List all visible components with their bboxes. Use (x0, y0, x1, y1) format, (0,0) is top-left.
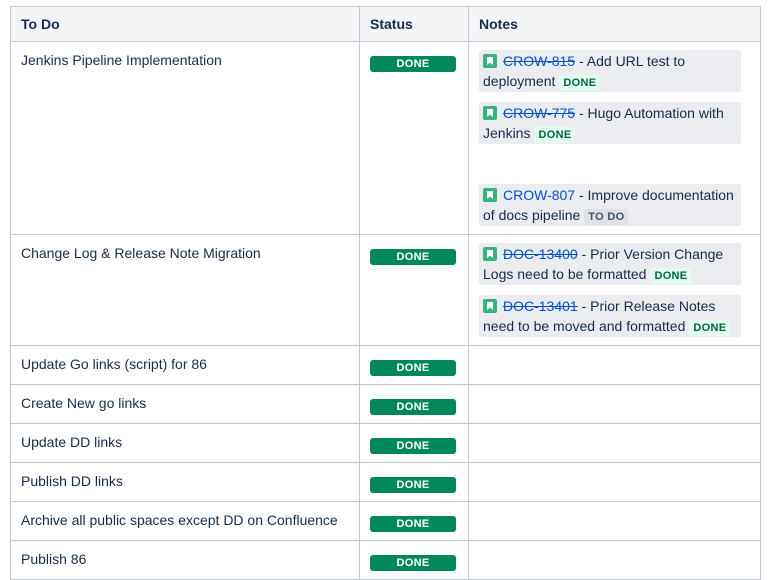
status-cell: DONE (359, 462, 469, 502)
task-table: To Do Status Notes Jenkins Pipeline Impl… (10, 6, 761, 580)
table-row: Update Go links (script) for 86 DONE (10, 345, 761, 385)
issue-status-lozenge: TO DO (584, 209, 629, 225)
story-bookmark-icon (483, 247, 497, 261)
status-cell: DONE (359, 540, 469, 580)
issue-key-link[interactable]: CROW-807 (503, 187, 575, 203)
issue-status-lozenge: DONE (559, 75, 601, 91)
issue-key-link[interactable]: CROW-815 (503, 53, 575, 69)
header-status: Status (359, 6, 469, 42)
table-row: Publish 86 DONE (10, 540, 761, 580)
status-lozenge: DONE (370, 438, 456, 454)
status-cell: DONE (359, 41, 469, 235)
header-notes: Notes (468, 6, 761, 42)
jira-issue-macro[interactable]: CROW-775 - Hugo Automation with Jenkins D… (479, 102, 741, 144)
status-lozenge: DONE (370, 555, 456, 571)
task-cell: Publish 86 (10, 540, 360, 580)
status-cell: DONE (359, 345, 469, 385)
task-cell: Create New go links (10, 384, 360, 424)
status-lozenge: DONE (370, 477, 456, 493)
story-bookmark-icon (483, 188, 497, 202)
task-cell: Update DD links (10, 423, 360, 463)
empty-paragraph (479, 154, 750, 184)
table-row: Archive all public spaces except DD on C… (10, 501, 761, 541)
story-bookmark-icon (483, 299, 497, 313)
table-header-row: To Do Status Notes (10, 6, 761, 42)
jira-issue-macro[interactable]: DOC-13401 - Prior Release Notes need to … (479, 295, 741, 337)
status-lozenge: DONE (370, 360, 456, 376)
notes-cell (468, 462, 761, 502)
table-row: Publish DD links DONE (10, 462, 761, 502)
status-cell: DONE (359, 234, 469, 346)
issue-key-link[interactable]: CROW-775 (503, 105, 575, 121)
table-row: Jenkins Pipeline Implementation DONE CRO… (10, 41, 761, 235)
status-lozenge: DONE (370, 399, 456, 415)
notes-cell (468, 540, 761, 580)
issue-status-lozenge: DONE (689, 320, 731, 336)
notes-cell (468, 423, 761, 463)
status-lozenge: DONE (370, 249, 456, 265)
status-lozenge: DONE (370, 56, 456, 72)
notes-cell (468, 501, 761, 541)
status-cell: DONE (359, 384, 469, 424)
status-cell: DONE (359, 423, 469, 463)
table-row: Change Log & Release Note Migration DONE… (10, 234, 761, 346)
task-cell: Jenkins Pipeline Implementation (10, 41, 360, 235)
notes-cell (468, 384, 761, 424)
issue-key-link[interactable]: DOC-13400 (503, 246, 578, 262)
issue-status-lozenge: DONE (650, 268, 692, 284)
task-cell: Change Log & Release Note Migration (10, 234, 360, 346)
story-bookmark-icon (483, 106, 497, 120)
story-bookmark-icon (483, 54, 497, 68)
notes-cell: DOC-13400 - Prior Version Change Logs ne… (468, 234, 761, 346)
notes-cell: CROW-815 - Add URL test to deployment DON… (468, 41, 761, 235)
table-row: Create New go links DONE (10, 384, 761, 424)
jira-issue-macro[interactable]: DOC-13400 - Prior Version Change Logs ne… (479, 243, 741, 285)
issue-status-lozenge: DONE (534, 127, 576, 143)
status-lozenge: DONE (370, 516, 456, 532)
task-cell: Archive all public spaces except DD on C… (10, 501, 360, 541)
status-cell: DONE (359, 501, 469, 541)
table-row: Update DD links DONE (10, 423, 761, 463)
jira-issue-macro[interactable]: CROW-807 - Improve documentation of docs… (479, 184, 741, 226)
task-table-container: To Do Status Notes Jenkins Pipeline Impl… (10, 6, 761, 580)
header-todo: To Do (10, 6, 360, 42)
notes-cell (468, 345, 761, 385)
task-cell: Publish DD links (10, 462, 360, 502)
jira-issue-macro[interactable]: CROW-815 - Add URL test to deployment DON… (479, 50, 741, 92)
issue-key-link[interactable]: DOC-13401 (503, 298, 578, 314)
task-cell: Update Go links (script) for 86 (10, 345, 360, 385)
